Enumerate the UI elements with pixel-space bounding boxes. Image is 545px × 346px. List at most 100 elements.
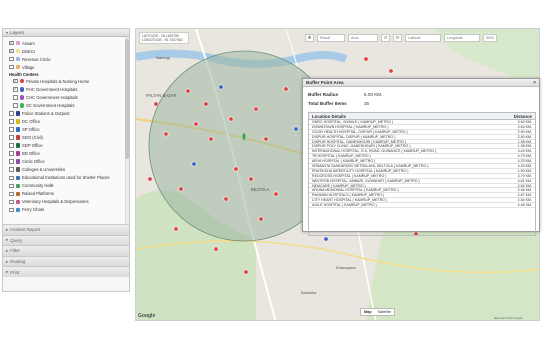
hospital-marker-icon[interactable] [223,196,229,202]
hospital-marker-icon[interactable] [263,136,269,142]
hospital-marker-icon[interactable] [163,131,169,137]
distance-cell: 1.38 KM. [517,144,532,149]
layer-checkbox[interactable] [9,183,14,189]
layer-checkbox[interactable] [9,127,14,132]
accordion-routing[interactable]: ▸ Routing [3,255,129,267]
area-select[interactable]: Area [348,33,378,42]
layer-symbol-icon [15,119,20,124]
layer-checkbox[interactable] [9,56,14,62]
hospital-marker-icon[interactable] [203,101,209,107]
hospital-marker-icon[interactable] [248,176,254,182]
layer-item[interactable]: Ferry Ghats [6,206,126,214]
layer-checkbox[interactable] [9,143,14,148]
hospital-marker-icon[interactable] [258,216,264,222]
layer-item[interactable]: Colleges & Universities [6,166,126,174]
layer-checkbox[interactable]: ✓ [9,41,14,46]
layer-checkbox[interactable]: ✓ [9,49,14,54]
hospital-marker-icon[interactable] [283,86,289,92]
layer-checkbox[interactable] [9,207,14,213]
distance-cell: 4.23 KM. [517,159,532,164]
layer-checkbox[interactable] [13,103,18,108]
hospital-marker-icon[interactable] [178,186,184,192]
undo-icon[interactable]: ↺ [381,33,390,42]
hospital-marker-icon[interactable] [293,126,299,132]
layer-item[interactable]: SDO (Civil) [6,134,126,142]
hospital-marker-icon[interactable] [193,121,199,127]
hospital-marker-icon[interactable] [173,226,179,232]
result-input[interactable]: Result [317,33,345,42]
layer-symbol-icon [19,95,24,100]
layer-symbol-icon [15,175,20,181]
layer-checkbox[interactable]: ✓ [13,79,18,84]
accordion-query[interactable]: ▸ Query [3,234,129,246]
close-icon[interactable]: × [533,80,536,86]
layer-item[interactable]: CHC Government Hospitals [6,93,126,101]
scrollbar-thumb[interactable] [125,39,129,159]
layers-header[interactable]: ▾ Layers [3,29,129,37]
layer-item[interactable]: Police Stations & Outpost [6,109,126,117]
layer-item[interactable]: Community Halls [6,182,126,190]
longitude-input[interactable]: Longitude [444,33,480,42]
hospital-marker-icon[interactable] [147,176,153,182]
layer-checkbox[interactable] [13,95,18,100]
layer-label: Circle Office [22,159,45,165]
accordion-print[interactable]: ▸ Print [3,266,129,277]
layer-item[interactable]: DC Office [6,117,126,125]
location-cell: CITY HEART HOSPITAL ( KAMRUP_METRO ) [312,198,388,203]
layer-checkbox[interactable] [9,151,14,156]
layer-item[interactable]: Veterinary Hospitals & Dispensaries [6,198,126,206]
layer-checkbox[interactable] [9,64,14,70]
hospital-marker-icon[interactable] [185,88,191,94]
accordion-filter[interactable]: ▸ Filter [3,245,129,256]
hospital-marker-icon[interactable] [363,56,369,62]
hospital-marker-icon[interactable] [228,116,234,122]
hospital-marker-icon[interactable] [218,84,224,90]
layer-checkbox[interactable] [9,111,14,116]
layer-item[interactable]: ✓ District [6,47,126,55]
radius-input[interactable]: 5000 [483,33,497,42]
hospital-marker-icon[interactable] [153,101,159,107]
layer-item[interactable]: ✓ PHC Government Hospitals [6,85,126,93]
latitude-input[interactable]: Latitude [405,33,441,42]
hospital-marker-icon[interactable] [191,161,197,167]
layer-item[interactable]: Circle Office [6,158,126,166]
layer-item[interactable]: Village [6,63,126,71]
hospital-marker-icon[interactable] [253,106,259,112]
map-type-satellite[interactable]: Satellite [375,309,395,315]
hospital-marker-icon[interactable] [273,191,279,197]
layer-item[interactable]: SP Office [6,125,126,133]
layer-item[interactable]: ✓ Assam [6,39,126,47]
hospital-marker-icon[interactable] [208,136,214,142]
layers-list: ✓ Assam ✓ District Revenue Circle Village Heal… [3,37,129,224]
map-toolbar: LATITUDE : 26.1453759 LONGITUDE : 91.744… [135,28,540,47]
layer-item[interactable]: Revenue Circle [6,55,126,63]
layer-item[interactable]: Educational Institutions used for Shelte… [6,174,126,182]
layer-item[interactable]: Raised Platforms [6,190,126,198]
location-cell: DISPUR POLY CLINIC, GANESHGURI ( KAMRUP_… [312,144,411,149]
hospital-marker-icon[interactable] [388,68,394,74]
layer-checkbox[interactable] [9,119,14,124]
accordion-incident-report[interactable]: ▸ Incident Report [3,224,129,235]
hospital-marker-icon[interactable] [213,246,219,252]
table-row[interactable]: AGILE HOSPITAL ( KAMRUP_METRO ) 4.46 KM. [309,203,535,209]
layers-scrollbar[interactable] [125,37,129,224]
layer-checkbox[interactable] [9,199,14,205]
layer-checkbox[interactable] [9,175,14,181]
pan-icon[interactable]: ✥ [305,33,314,42]
layer-checkbox[interactable] [9,135,14,140]
buffer-radius-label: Buffer Radius [308,92,339,97]
hospital-marker-icon[interactable] [233,166,239,172]
measure-icon[interactable]: ⟳ [393,33,402,42]
layer-checkbox[interactable]: ✓ [13,87,18,92]
layer-symbol-icon [19,103,24,108]
layer-checkbox[interactable] [9,167,14,172]
buffer-total-value: 35 [364,101,370,106]
layer-item[interactable]: SC Government Hospitals [6,101,126,109]
map-type-map[interactable]: Map [361,309,375,315]
hospital-marker-icon[interactable] [243,269,249,275]
layer-item[interactable]: ✓ Private Hospitals & Nursing Home [6,77,126,85]
layer-item[interactable]: SDP Office [6,142,126,150]
layer-checkbox[interactable] [9,159,14,164]
layer-item[interactable]: BD Office [6,150,126,158]
layer-checkbox[interactable] [9,191,14,197]
